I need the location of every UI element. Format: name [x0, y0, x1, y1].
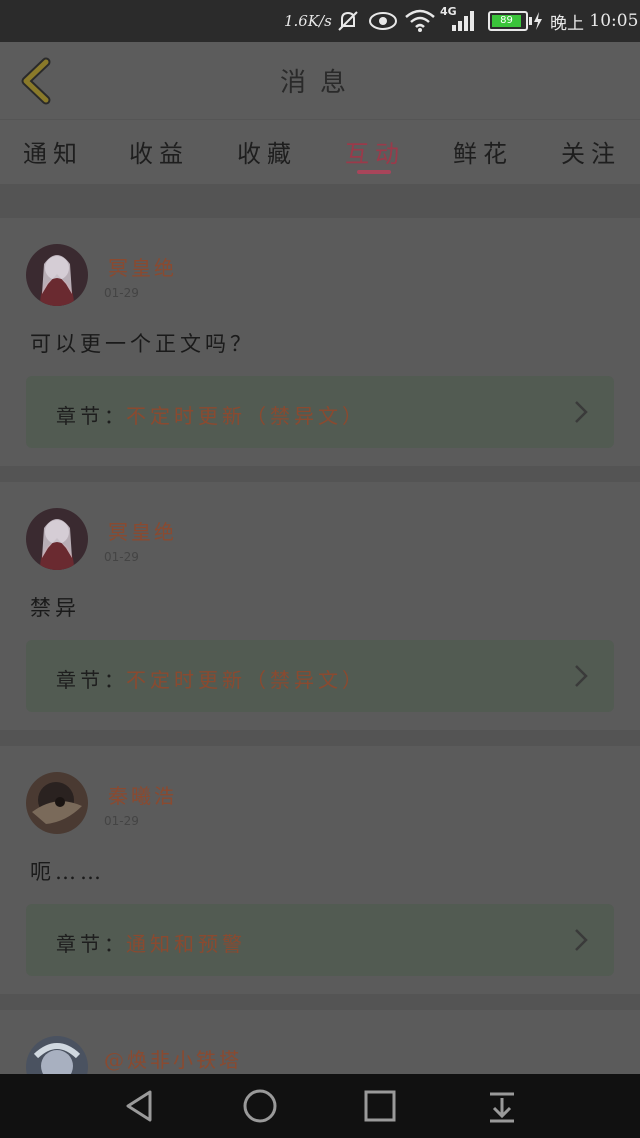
comment-text: 呃…… — [30, 860, 105, 884]
back-triangle-icon[interactable] — [120, 1086, 160, 1126]
section-divider — [0, 994, 640, 1010]
message-card: 冥皇绝 01-29 禁异 章节： 不定时更新（禁异文） — [0, 482, 640, 730]
avatar[interactable] — [26, 1036, 88, 1074]
notification-pull-icon[interactable] — [482, 1086, 522, 1126]
chapter-title: 不定时更新（禁异文） — [126, 404, 366, 428]
username[interactable]: 冥皇绝 — [108, 516, 177, 545]
clock: 晚上 10:05 — [550, 0, 638, 42]
battery-icon: 89 — [488, 0, 544, 42]
chevron-right-icon — [575, 929, 588, 951]
page-title: 消息 — [279, 68, 360, 98]
message-date: 01-29 — [104, 286, 139, 300]
tab-flowers[interactable]: 鲜花 — [438, 134, 528, 170]
mute-icon — [336, 0, 360, 42]
chapter-title: 不定时更新（禁异文） — [126, 668, 366, 692]
message-card: @焕非小铁塔 — [0, 1010, 640, 1074]
avatar[interactable] — [26, 244, 88, 306]
section-divider — [0, 184, 640, 218]
eye-icon — [368, 0, 398, 42]
comment-text: 可以更一个正文吗？ — [30, 332, 255, 356]
chapter-label: 章节： — [56, 404, 128, 428]
wifi-icon — [404, 0, 436, 42]
network-speed: 1.6K/s — [284, 12, 332, 30]
time-prefix: 晚上 — [550, 13, 584, 34]
tab-bar: 通知 收益 收藏 互动 鲜花 关注 — [0, 120, 640, 184]
username[interactable]: 冥皇绝 — [108, 252, 177, 281]
chapter-link[interactable]: 章节： 不定时更新（禁异文） — [26, 376, 614, 448]
status-bar: 1.6K/s 4G 89 晚上 10:05 — [0, 0, 640, 42]
chapter-link[interactable]: 章节： 不定时更新（禁异文） — [26, 640, 614, 712]
chevron-right-icon — [575, 665, 588, 687]
section-divider — [0, 730, 640, 746]
time: 10:05 — [589, 11, 639, 31]
system-nav-bar — [0, 1074, 640, 1138]
tab-notifications[interactable]: 通知 — [8, 134, 98, 170]
chevron-right-icon — [575, 401, 588, 423]
message-date: 01-29 — [104, 550, 139, 564]
chapter-label: 章节： — [56, 932, 128, 956]
message-card: 秦曦浩 01-29 呃…… 章节： 通知和预警 — [0, 746, 640, 994]
tab-earnings[interactable]: 收益 — [114, 134, 204, 170]
battery-level: 89 — [492, 15, 521, 27]
chapter-title: 通知和预警 — [126, 932, 246, 956]
charging-icon — [534, 12, 542, 30]
tab-favorites[interactable]: 收藏 — [222, 134, 312, 170]
home-circle-icon[interactable] — [240, 1086, 280, 1126]
message-card: 冥皇绝 01-29 可以更一个正文吗？ 章节： 不定时更新（禁异文） — [0, 218, 640, 466]
tab-interactions[interactable]: 互动 — [330, 134, 420, 170]
message-date: 01-29 — [104, 814, 139, 828]
active-tab-indicator — [357, 170, 391, 174]
section-divider — [0, 466, 640, 482]
chapter-label: 章节： — [56, 668, 128, 692]
chapter-link[interactable]: 章节： 通知和预警 — [26, 904, 614, 976]
signal-icon — [450, 0, 478, 42]
tab-following[interactable]: 关注 — [546, 134, 636, 170]
header: 消息 — [0, 42, 640, 120]
username[interactable]: @焕非小铁塔 — [104, 1044, 242, 1073]
username[interactable]: 秦曦浩 — [108, 780, 177, 809]
avatar[interactable] — [26, 772, 88, 834]
recent-square-icon[interactable] — [360, 1086, 400, 1126]
avatar[interactable] — [26, 508, 88, 570]
comment-text: 禁异 — [30, 596, 80, 620]
